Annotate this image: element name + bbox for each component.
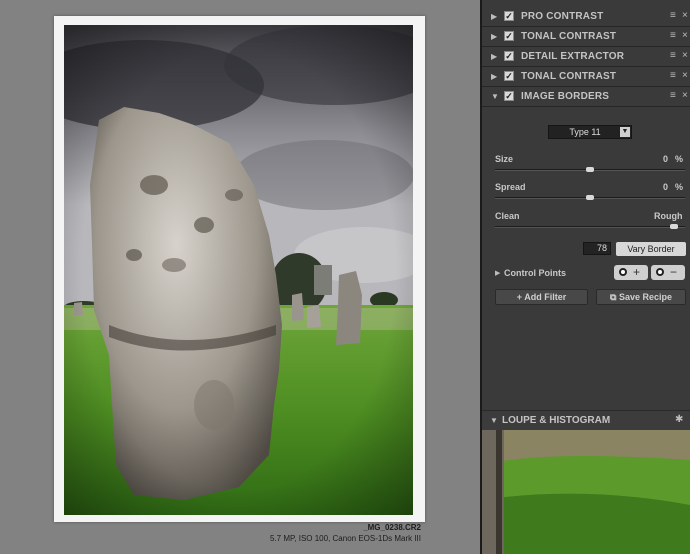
filter-enable-checkbox[interactable]: ✓ [504, 31, 514, 41]
filter-row-tonal-contrast-2[interactable]: ▶ ✓ TONAL CONTRAST ≡ × [482, 67, 690, 87]
filter-name: DETAIL EXTRACTOR [521, 51, 625, 62]
clean-rough-slider-track[interactable] [495, 226, 685, 228]
remove-control-point-button[interactable]: − [651, 265, 685, 280]
plus-icon: + [516, 292, 523, 302]
menu-icon[interactable]: ≡ [670, 10, 676, 21]
collapse-triangle-icon[interactable]: ▼ [490, 416, 498, 425]
dropdown-arrow-icon[interactable]: ▼ [620, 127, 630, 137]
image-canvas: _MG_0238.CR2 5.7 MP, ISO 100, Canon EOS-… [0, 0, 480, 554]
expand-triangle-icon[interactable]: ▶ [491, 32, 497, 41]
save-recipe-label: Save Recipe [618, 292, 672, 302]
close-icon[interactable]: × [682, 90, 688, 101]
filter-row-detail-extractor[interactable]: ▶ ✓ DETAIL EXTRACTOR ≡ × [482, 47, 690, 67]
spread-value: 0 [663, 182, 669, 192]
spread-slider-handle[interactable] [586, 195, 594, 200]
recipe-icon: ⧉ [610, 292, 619, 302]
collapse-triangle-icon[interactable]: ▼ [491, 92, 499, 101]
filter-enable-checkbox[interactable]: ✓ [504, 11, 514, 21]
menu-icon[interactable]: ≡ [670, 90, 676, 101]
control-point-icon [619, 268, 627, 276]
expand-triangle-icon[interactable]: ▶ [495, 269, 500, 277]
menu-icon[interactable]: ≡ [670, 30, 676, 41]
photo-metadata: 5.7 MP, ISO 100, Canon EOS-1Ds Mark III [269, 534, 421, 543]
loupe-preview [482, 430, 690, 554]
loupe-header[interactable]: ▼ LOUPE & HISTOGRAM ✱ [482, 410, 690, 430]
expand-triangle-icon[interactable]: ▶ [491, 12, 497, 21]
close-icon[interactable]: × [682, 10, 688, 21]
control-point-icon [656, 268, 664, 276]
clean-label: Clean [495, 211, 520, 221]
border-type-dropdown[interactable]: Type 11 ▼ [548, 125, 632, 139]
border-type-value: Type 11 [569, 127, 601, 137]
add-filter-button[interactable]: + Add Filter [495, 289, 588, 305]
filter-name: TONAL CONTRAST [521, 31, 617, 42]
plus-icon: + [633, 265, 641, 279]
photo-preview[interactable] [64, 25, 413, 515]
spread-label: Spread [495, 182, 526, 192]
size-slider-handle[interactable] [586, 167, 594, 172]
close-icon[interactable]: × [682, 70, 688, 81]
loupe-title: LOUPE & HISTOGRAM [502, 415, 611, 426]
control-points-label: Control Points [504, 268, 566, 278]
filter-name: TONAL CONTRAST [521, 71, 617, 82]
filter-row-tonal-contrast[interactable]: ▶ ✓ TONAL CONTRAST ≡ × [482, 27, 690, 47]
close-icon[interactable]: × [682, 30, 688, 41]
border-seed-input[interactable]: 78 [583, 242, 611, 255]
control-points-row: ▶ Control Points + − [482, 265, 690, 283]
vary-border-button[interactable]: Vary Border [616, 242, 686, 256]
size-value: 0 [663, 154, 669, 164]
menu-icon[interactable]: ≡ [670, 70, 676, 81]
spread-unit: % [675, 182, 684, 192]
add-filter-label: Add Filter [524, 292, 567, 302]
minus-icon: − [670, 265, 678, 279]
add-control-point-button[interactable]: + [614, 265, 648, 280]
expand-triangle-icon[interactable]: ▶ [491, 72, 497, 81]
filter-enable-checkbox[interactable]: ✓ [504, 91, 514, 101]
filter-row-pro-contrast[interactable]: ▶ ✓ PRO CONTRAST ≡ × [482, 7, 690, 27]
save-recipe-button[interactable]: ⧉ Save Recipe [596, 289, 686, 305]
size-label: Size [495, 154, 514, 164]
filter-enable-checkbox[interactable]: ✓ [504, 51, 514, 61]
menu-icon[interactable]: ≡ [670, 50, 676, 61]
photo-filename: _MG_0238.CR2 [363, 523, 421, 532]
size-unit: % [675, 154, 684, 164]
pin-icon[interactable]: ✱ [675, 414, 683, 425]
filter-enable-checkbox[interactable]: ✓ [504, 71, 514, 81]
close-icon[interactable]: × [682, 50, 688, 61]
rough-label: Rough [654, 211, 683, 221]
clean-rough-slider-handle[interactable] [669, 224, 678, 229]
panel-empty-area [482, 309, 690, 409]
filter-name: PRO CONTRAST [521, 11, 604, 22]
filter-name: IMAGE BORDERS [521, 91, 610, 102]
expand-triangle-icon[interactable]: ▶ [491, 52, 497, 61]
filter-row-image-borders[interactable]: ▼ ✓ IMAGE BORDERS ≡ × [482, 87, 690, 107]
